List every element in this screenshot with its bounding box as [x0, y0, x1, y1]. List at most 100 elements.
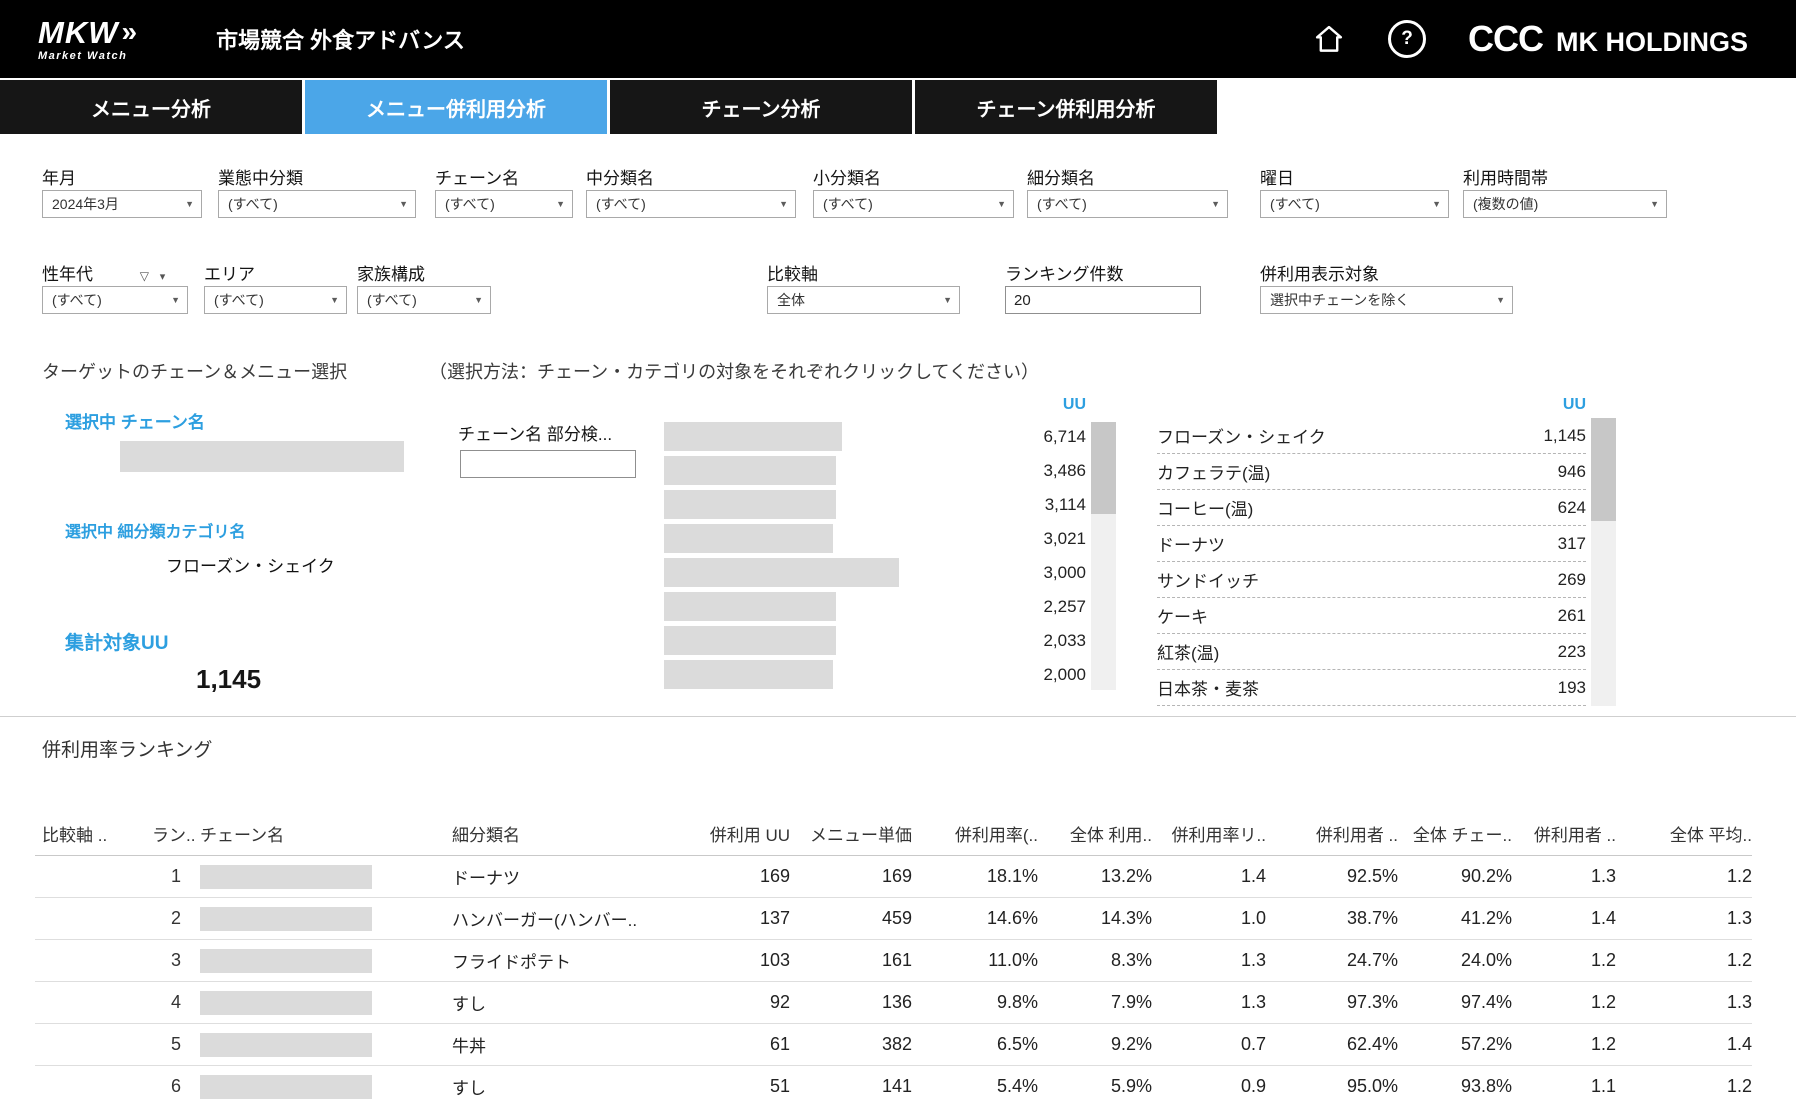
chevron-down-icon[interactable]: ▾ [160, 271, 166, 283]
filter-gender-age: 性年代 ▽ ▾ (すべて) ▼ [42, 260, 188, 314]
logo-chevrons-icon: » [121, 18, 138, 46]
axis-cell [35, 856, 152, 898]
scrollbar-thumb[interactable] [1091, 422, 1116, 514]
co-usage-rate-cell: 14.6% [912, 898, 1038, 940]
filter-detail-category-value: (すべて) [1037, 194, 1087, 214]
category-cell: すし [440, 1066, 690, 1103]
co-usage-uu-cell: 137 [690, 898, 790, 940]
co-usage-lift-cell: 1.0 [1152, 898, 1266, 940]
mkw-logo: MKW » Market Watch [38, 17, 138, 62]
chain-list-item[interactable]: 3,114 [664, 490, 1086, 519]
overall-usage-cell: 13.2% [1038, 856, 1152, 898]
chevron-down-icon: ▼ [1496, 295, 1505, 305]
ccc-mk-holdings-logo: CCC MK HOLDINGS [1468, 18, 1748, 60]
scrollbar-thumb[interactable] [1591, 418, 1616, 521]
col-header-compare-axis: 比較軸 .. [35, 800, 152, 856]
chevron-down-icon: ▼ [1650, 199, 1659, 209]
ranking-row[interactable]: 6 すし 51 141 5.4% 5.9% 0.9 95.0% 93.8% 1.… [35, 1066, 1752, 1103]
filter-year-month-select[interactable]: 2024年3月 ▼ [42, 190, 202, 218]
menu-list-scrollbar[interactable] [1591, 418, 1616, 706]
compare-axis-label: 比較軸 [767, 260, 960, 280]
col-header-co-user-ratio: 併利用者 .. [1512, 800, 1616, 856]
selected-chain-label: 選択中 チェーン名 [65, 408, 205, 433]
chain-uu-value: 6,714 [1043, 427, 1086, 447]
co-usage-ranking-table: 比較軸 .. ラン.. チェーン名 細分類名 併利用 UU メニュー単価 併利用… [35, 800, 1752, 1103]
ranking-row[interactable]: 5 牛丼 61 382 6.5% 9.2% 0.7 62.4% 57.2% 1.… [35, 1024, 1752, 1066]
overall-avg-cell: 1.3 [1616, 982, 1752, 1024]
home-icon[interactable] [1312, 22, 1346, 56]
filter-business-category-select[interactable]: (すべて) ▼ [218, 190, 416, 218]
ranking-row[interactable]: 1 ドーナツ 169 169 18.1% 13.2% 1.4 92.5% 90.… [35, 856, 1752, 898]
ranking-row[interactable]: 2 ハンバーガー(ハンバー.. 137 459 14.6% 14.3% 1.0 … [35, 898, 1752, 940]
chain-uu-value: 3,486 [1043, 461, 1086, 481]
rank-cell: 5 [152, 1024, 200, 1066]
redacted-chain-name [200, 907, 372, 931]
chain-list-item[interactable]: 2,000 [664, 660, 1086, 689]
filter-gender-age-select[interactable]: (すべて) ▼ [42, 286, 188, 314]
chain-cell [200, 1024, 440, 1066]
selected-category-value: フローズン・シェイク [166, 552, 335, 577]
menu-list-item[interactable]: ドーナツ 317 [1157, 526, 1586, 562]
chain-cell [200, 898, 440, 940]
co-usage-rate-cell: 6.5% [912, 1024, 1038, 1066]
ccc-logo-text: CCC [1468, 18, 1543, 60]
help-icon[interactable]: ? [1388, 20, 1426, 58]
tab-menu-co-usage-analysis[interactable]: メニュー併利用分析 [305, 80, 607, 134]
redacted-chain-name [664, 660, 833, 689]
menu-list-item[interactable]: カフェラテ(温) 946 [1157, 454, 1586, 490]
chevron-down-icon: ▼ [399, 199, 408, 209]
tab-chain-analysis[interactable]: チェーン分析 [610, 80, 912, 134]
filter-chain-name-select[interactable]: (すべて) ▼ [435, 190, 573, 218]
filter-day-of-week-select[interactable]: (すべて) ▼ [1260, 190, 1449, 218]
menu-price-cell: 382 [790, 1024, 912, 1066]
axis-cell [35, 982, 152, 1024]
co-user-ratio-cell: 1.3 [1512, 856, 1616, 898]
filter-mid-category-value: (すべて) [596, 194, 646, 214]
chain-search-input[interactable] [460, 450, 636, 478]
co-usage-target-select[interactable]: 選択中チェーンを除く ▼ [1260, 286, 1513, 314]
menu-list-item[interactable]: コーヒー(温) 624 [1157, 490, 1586, 526]
tab-menu-analysis[interactable]: メニュー分析 [0, 80, 302, 134]
chevron-down-icon: ▼ [779, 199, 788, 209]
filter-funnel-icon[interactable]: ▽ [140, 269, 149, 283]
chain-list-scrollbar[interactable] [1091, 422, 1116, 690]
tab-chain-co-usage-analysis[interactable]: チェーン併利用分析 [915, 80, 1217, 134]
col-header-co-user-pct: 併利用者 .. [1266, 800, 1398, 856]
menu-list-item[interactable]: フローズン・シェイク 1,145 [1157, 418, 1586, 454]
ranking-count-control: ランキング件数 [1005, 260, 1201, 314]
chain-uu-list: 6,714 3,486 3,114 3,021 3,000 2,257 2,03… [664, 422, 1086, 694]
ranking-row[interactable]: 3 フライドポテト 103 161 11.0% 8.3% 1.3 24.7% 2… [35, 940, 1752, 982]
co-usage-rate-cell: 9.8% [912, 982, 1038, 1024]
menu-list-item[interactable]: サンドイッチ 269 [1157, 562, 1586, 598]
filter-area-select[interactable]: (すべて) ▼ [204, 286, 347, 314]
chain-list-item[interactable]: 6,714 [664, 422, 1086, 451]
co-usage-lift-cell: 1.4 [1152, 856, 1266, 898]
filter-time-slot-select[interactable]: (複数の値) ▼ [1463, 190, 1667, 218]
filter-mid-category-select[interactable]: (すべて) ▼ [586, 190, 796, 218]
chain-list-item[interactable]: 3,000 [664, 558, 1086, 587]
chain-list-item[interactable]: 2,257 [664, 592, 1086, 621]
menu-name: 日本茶・麦茶 [1157, 675, 1259, 700]
compare-axis-select[interactable]: 全体 ▼ [767, 286, 960, 314]
filter-chain-name-value: (すべて) [445, 194, 495, 214]
filter-chain-name-label: チェーン名 [435, 164, 573, 184]
app-header: MKW » Market Watch 市場競合 外食アドバンス ? CCC MK… [0, 0, 1796, 78]
ranking-row[interactable]: 4 すし 92 136 9.8% 7.9% 1.3 97.3% 97.4% 1.… [35, 982, 1752, 1024]
filter-sub-category-label: 小分類名 [813, 164, 1014, 184]
filter-family-composition-select[interactable]: (すべて) ▼ [357, 286, 491, 314]
chain-list-item[interactable]: 3,021 [664, 524, 1086, 553]
chevron-down-icon: ▼ [185, 199, 194, 209]
co-usage-lift-cell: 1.3 [1152, 982, 1266, 1024]
filter-detail-category-label: 細分類名 [1027, 164, 1228, 184]
chain-list-item[interactable]: 3,486 [664, 456, 1086, 485]
chain-uu-value: 3,000 [1043, 563, 1086, 583]
filter-detail-category-select[interactable]: (すべて) ▼ [1027, 190, 1228, 218]
ranking-count-input[interactable] [1005, 286, 1201, 314]
co-usage-uu-cell: 103 [690, 940, 790, 982]
chain-list-item[interactable]: 2,033 [664, 626, 1086, 655]
filter-sub-category-select[interactable]: (すべて) ▼ [813, 190, 1014, 218]
menu-list-item[interactable]: 日本茶・麦茶 193 [1157, 670, 1586, 706]
co-usage-rate-cell: 5.4% [912, 1066, 1038, 1103]
menu-list-item[interactable]: ケーキ 261 [1157, 598, 1586, 634]
menu-list-item[interactable]: 紅茶(温) 223 [1157, 634, 1586, 670]
